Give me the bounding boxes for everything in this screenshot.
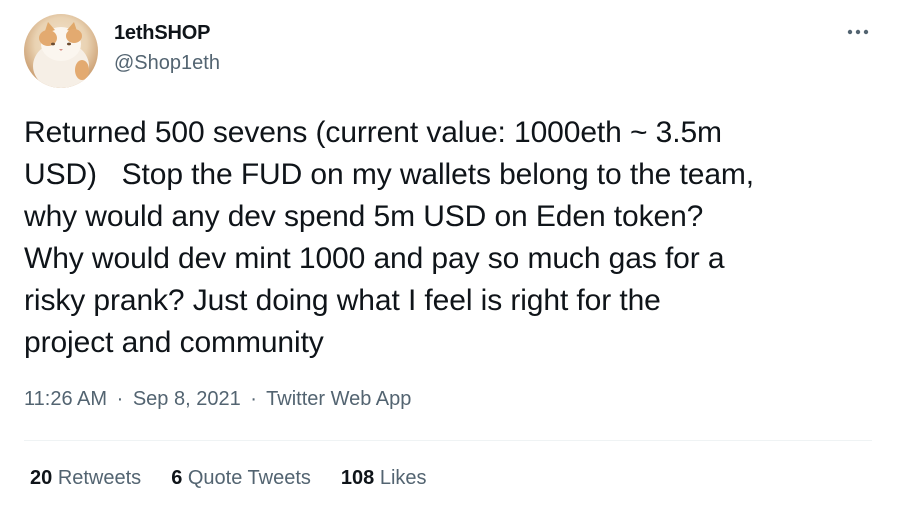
likes-stat[interactable]: 108 Likes [341,467,427,490]
retweets-label: Retweets [57,467,142,489]
divider [24,440,872,441]
retweets-stat[interactable]: 20 Retweets [30,467,141,490]
likes-count: 108 [340,467,375,489]
tweet-date[interactable]: Sep 8, 2021 [133,388,241,410]
quote-tweets-count: 6 [171,467,183,489]
meta-separator: · [250,388,257,410]
tweet-meta: 11:26 AM · Sep 8, 2021 · Twitter Web App [24,388,411,411]
tweet-card: 1ethSHOP @Shop1eth Returned 500 sevens (… [0,0,898,512]
quote-tweets-label: Quote Tweets [187,467,311,489]
avatar[interactable] [24,14,98,88]
tweet-stats: 20 Retweets 6 Quote Tweets 108 Likes [30,467,427,490]
more-dots-icon [847,29,869,35]
quote-tweets-stat[interactable]: 6 Quote Tweets [171,467,311,490]
handle[interactable]: @Shop1eth [114,52,220,75]
more-options-button[interactable] [842,18,874,46]
retweets-count: 20 [30,467,53,489]
meta-separator: · [116,388,124,410]
cat-avatar-icon [33,22,89,88]
tweet-time[interactable]: 11:26 AM [24,388,107,410]
likes-label: Likes [379,467,427,489]
tweet-text: Returned 500 sevens (current value: 1000… [24,116,755,359]
display-name[interactable]: 1ethSHOP [114,22,210,45]
tweet-source-link[interactable]: Twitter Web App [266,388,411,410]
